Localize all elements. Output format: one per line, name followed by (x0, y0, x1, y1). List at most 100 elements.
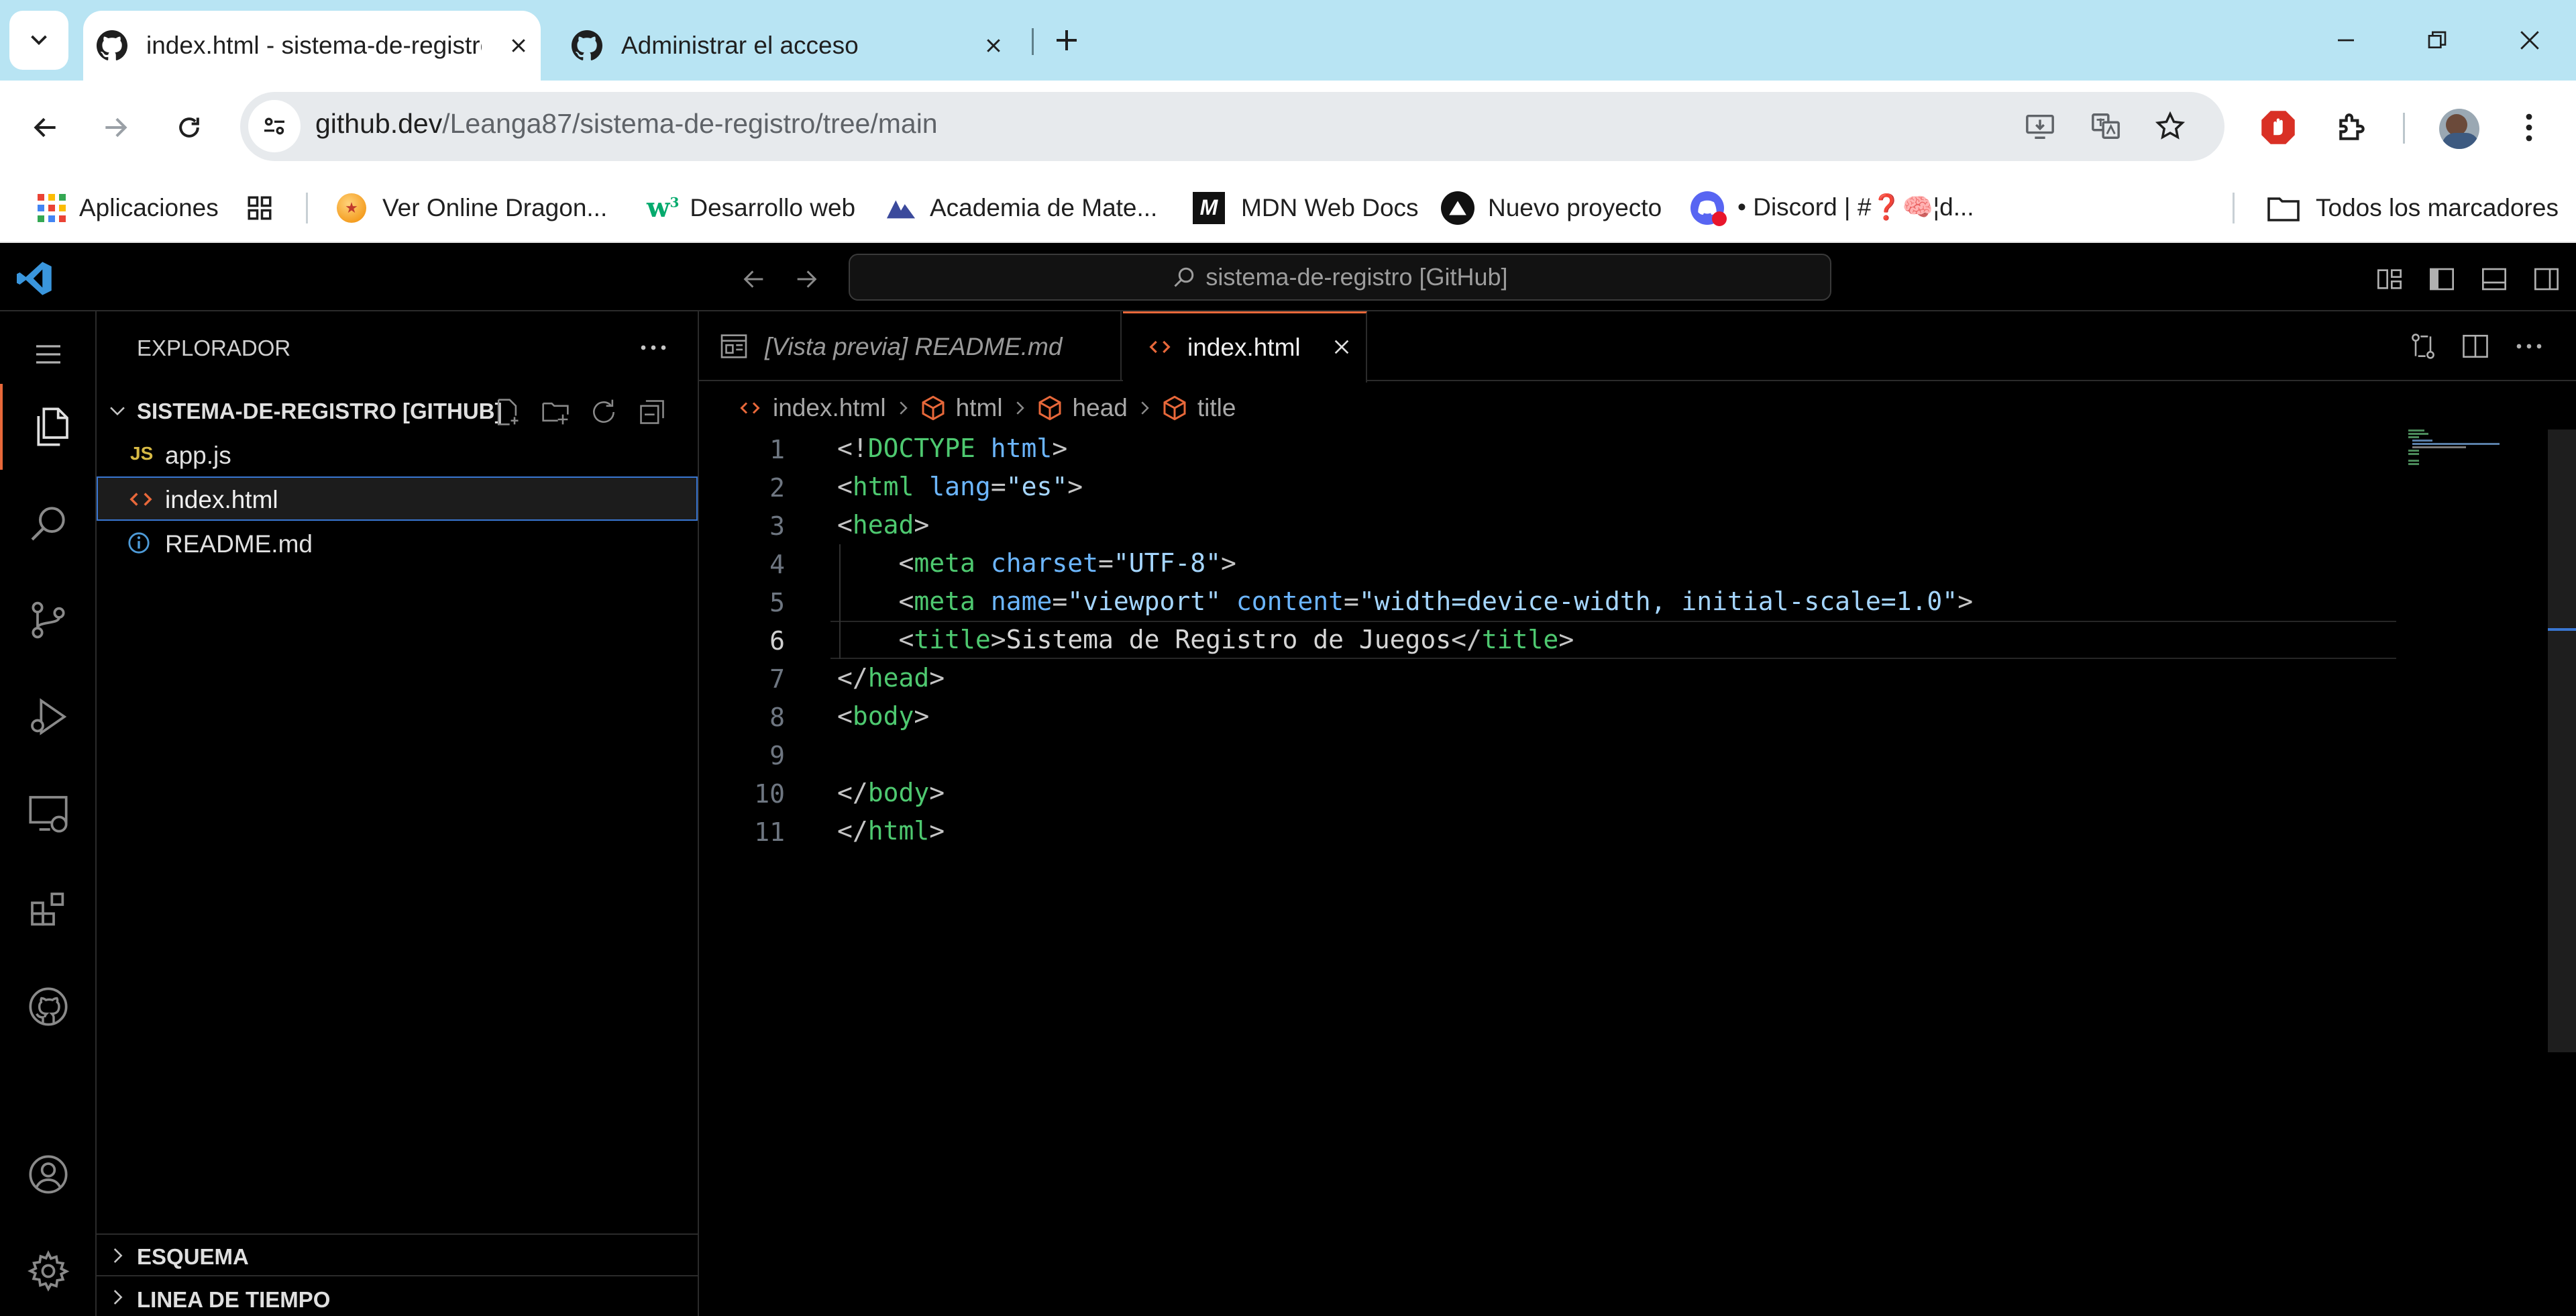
reload-button[interactable] (164, 102, 215, 153)
line-number: 7 (769, 664, 785, 694)
editor-tab-readme-preview[interactable]: [Vista previa] README.md (699, 311, 1122, 381)
js-file-icon: JS (130, 443, 154, 464)
bookmark-item[interactable]: • Discord | #❓🧠¦d... (1690, 172, 1974, 243)
forward-button[interactable] (90, 102, 141, 153)
folder-icon (2267, 197, 2300, 221)
close-icon[interactable] (508, 36, 529, 56)
browser-tab-active[interactable]: index.html - sistema-de-registro (83, 11, 541, 81)
profile-avatar[interactable] (2439, 109, 2479, 149)
nav-forward-button[interactable] (786, 259, 826, 299)
bookmark-item[interactable]: ★ Ver Online Dragon... (337, 172, 607, 243)
file-item-readme[interactable]: README.md (97, 521, 698, 565)
breadcrumb-item[interactable]: html (956, 394, 1003, 422)
code-line: <head> (837, 510, 930, 540)
breadcrumb-item[interactable]: index.html (773, 394, 886, 422)
activity-source-control[interactable] (0, 577, 97, 663)
close-icon[interactable] (1331, 336, 1352, 358)
tab-groups-icon (248, 196, 272, 219)
gear-icon (28, 1250, 70, 1292)
minimize-button[interactable] (2316, 13, 2376, 67)
line-number: 5 (769, 588, 785, 617)
explorer-root-folder[interactable]: SISTEMA-DE-REGISTRO [GITHUB] (97, 391, 698, 432)
apps-grid-icon (38, 193, 66, 222)
line-number: 11 (754, 817, 785, 847)
vscode-logo-icon[interactable] (13, 259, 56, 298)
command-center-search[interactable]: sistema-de-registro [GitHub] (849, 254, 1831, 301)
plus-icon (1057, 30, 1077, 50)
translate-icon[interactable] (2082, 103, 2129, 150)
address-bar[interactable]: github.dev/Leanga87/sistema-de-registro/… (240, 92, 2224, 161)
new-file-icon[interactable] (492, 397, 522, 427)
explorer-more-actions[interactable] (633, 329, 674, 366)
toggle-panel-button[interactable] (2473, 258, 2516, 301)
bookmark-tab-groups[interactable] (246, 172, 274, 243)
tab-search-button[interactable] (9, 11, 68, 70)
bookmark-item[interactable]: w3 Desarrollo web (647, 172, 855, 243)
editor-tab-index-html[interactable]: index.html (1123, 311, 1367, 383)
bookmark-item[interactable]: Nuevo proyecto (1441, 172, 1662, 243)
bookmark-star-icon[interactable] (2147, 103, 2194, 150)
file-item-index-html[interactable]: index.html (97, 476, 698, 521)
code-token: head (852, 510, 914, 540)
install-app-icon[interactable] (2017, 103, 2063, 150)
explorer-title: EXPLORADOR (137, 336, 291, 360)
refresh-icon[interactable] (589, 397, 619, 427)
activity-extensions[interactable] (0, 867, 97, 953)
outline-section[interactable]: ESQUEMA (97, 1233, 698, 1275)
breadcrumb-item[interactable]: head (1073, 394, 1128, 422)
activity-github[interactable] (0, 964, 97, 1050)
customize-layout-button[interactable] (2368, 258, 2411, 301)
activity-run-debug[interactable] (0, 674, 97, 760)
all-bookmarks-folder[interactable]: Todos los marcadores (2267, 172, 2559, 243)
adblock-extension-icon[interactable] (2253, 102, 2304, 153)
new-folder-icon[interactable] (541, 397, 570, 427)
line-number: 6 (769, 626, 785, 656)
close-icon[interactable] (983, 36, 1004, 56)
line-number: 3 (769, 511, 785, 541)
bookmark-apps[interactable]: Aplicaciones (38, 172, 219, 243)
html-file-icon (1149, 340, 1171, 354)
line-number: 9 (769, 741, 785, 770)
code-editor[interactable]: 1 2 3 4 5 6 7 8 9 10 11 <!DOCTYPE html> … (699, 429, 2396, 1302)
hamburger-icon (36, 345, 60, 364)
editor-more-actions[interactable] (2508, 325, 2551, 368)
new-tab-button[interactable] (1046, 13, 1087, 67)
bookmarks-divider (306, 193, 308, 223)
bookmark-label: Nuevo proyecto (1488, 193, 1662, 221)
toggle-primary-sidebar-button[interactable] (2420, 258, 2463, 301)
breadcrumb-item[interactable]: title (1197, 394, 1236, 422)
file-name: README.md (165, 530, 313, 558)
bookmark-item[interactable]: Academia de Mate... (885, 172, 1157, 243)
site-info-icon[interactable] (248, 100, 301, 152)
open-changes-button[interactable] (2402, 325, 2445, 368)
preview-icon (720, 334, 747, 358)
browser-menu-button[interactable] (2509, 102, 2549, 153)
file-name: app.js (165, 442, 231, 469)
vertical-scrollbar[interactable] (2548, 429, 2576, 1052)
browser-tab-inactive[interactable]: Administrar el acceso (565, 11, 1021, 81)
collapse-all-icon[interactable] (637, 397, 667, 427)
activity-remote-explorer[interactable] (0, 770, 97, 856)
timeline-section[interactable]: LINEA DE TIEMPO (97, 1275, 698, 1316)
activity-search[interactable] (0, 480, 97, 566)
file-name: index.html (165, 486, 278, 513)
activity-manage[interactable] (0, 1228, 97, 1314)
extensions-icon[interactable] (2326, 102, 2377, 153)
line-number: 8 (769, 703, 785, 732)
tab-title: index.html - sistema-de-registro (146, 32, 482, 59)
url-text[interactable]: github.dev/Leanga87/sistema-de-registro/… (315, 108, 938, 140)
toggle-secondary-sidebar-button[interactable] (2525, 258, 2568, 301)
nav-back-button[interactable] (734, 259, 774, 299)
timeline-label: LINEA DE TIEMPO (137, 1287, 331, 1312)
bookmark-label: MDN Web Docs (1241, 193, 1419, 221)
activity-accounts[interactable] (0, 1131, 97, 1217)
file-item-app-js[interactable]: JS app.js (97, 432, 698, 476)
activity-explorer[interactable] (0, 384, 99, 470)
minimap[interactable] (2396, 429, 2530, 470)
vercel-icon (1441, 191, 1474, 225)
back-button[interactable] (20, 102, 71, 153)
close-window-button[interactable] (2500, 13, 2560, 67)
restore-button[interactable] (2407, 13, 2467, 67)
bookmark-item[interactable]: M MDN Web Docs (1193, 172, 1419, 243)
split-editor-button[interactable] (2454, 325, 2497, 368)
